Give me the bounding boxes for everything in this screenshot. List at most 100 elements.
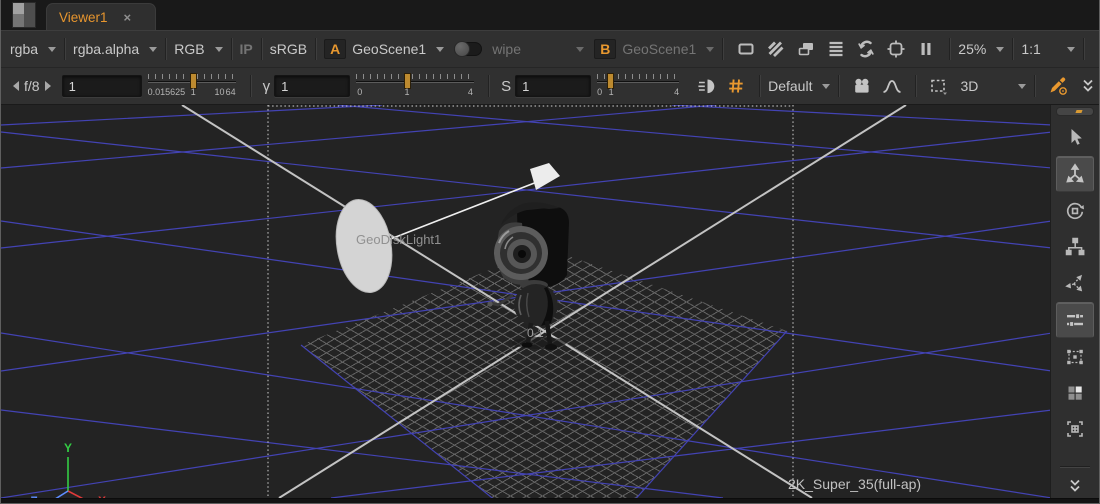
camera-icon[interactable] xyxy=(849,74,875,98)
alpha-dropdown-label: rgba.alpha xyxy=(73,41,139,57)
lut-dropdown-label: Default xyxy=(768,78,812,94)
hierarchy-tool-button[interactable] xyxy=(1057,230,1093,264)
gain-slider[interactable]: 0.015625 1 10 64 xyxy=(148,71,236,101)
viewer-toolbar-top: rgba rgba.alpha RGB IP sRGB A GeoScene1 … xyxy=(1,30,1099,67)
chevron-down-icon xyxy=(149,47,157,52)
marquee-select-icon[interactable] xyxy=(926,74,952,98)
chevron-down-icon xyxy=(822,84,830,89)
view-mode-dropdown[interactable]: 3D xyxy=(960,78,1026,94)
divider xyxy=(315,38,316,60)
saturation-input[interactable] xyxy=(515,75,591,97)
tick-label: 0.015625 xyxy=(148,87,186,97)
wipe-toggle[interactable] xyxy=(454,42,482,56)
tick-label: 0 xyxy=(357,87,362,97)
divider xyxy=(231,38,232,60)
rotate-tool-button[interactable] xyxy=(1057,194,1093,228)
fstop-label[interactable]: f/8 xyxy=(24,78,40,94)
hash-grid-icon[interactable] xyxy=(723,74,749,98)
lut-dropdown[interactable]: Default xyxy=(768,78,830,94)
sidebar-handle[interactable] xyxy=(1056,107,1094,116)
input-b-dropdown[interactable]: B GeoScene1 xyxy=(594,39,714,59)
eyedropper-icon[interactable] xyxy=(1045,74,1071,98)
zoom-dropdown[interactable]: 25% xyxy=(958,41,1004,57)
axis-y-label: Y xyxy=(64,441,72,455)
divider xyxy=(165,38,166,60)
float-window-icon[interactable] xyxy=(793,37,819,61)
pause-icon[interactable] xyxy=(913,37,939,61)
divider xyxy=(64,38,65,60)
gamma-slider[interactable]: 0 1 4 xyxy=(356,71,474,101)
toolbar-collapse-chevron-icon[interactable] xyxy=(1094,37,1100,61)
view-mode-value: 3D xyxy=(960,78,978,94)
axis-z-label: Z xyxy=(30,494,37,498)
curve-bell-icon[interactable] xyxy=(879,74,905,98)
input-process-toggle[interactable]: IP xyxy=(240,41,253,57)
divider xyxy=(759,75,760,97)
nuke-viewer-window: Viewer1 × rgba rgba.alpha RGB IP sRGB A … xyxy=(0,0,1100,504)
input-a-value: GeoScene1 xyxy=(352,41,426,57)
viewer-toolbar-exposure: f/8 0.015625 1 10 64 γ 0 1 4 S xyxy=(1,67,1099,105)
bottom-edge-band xyxy=(1,498,1099,504)
divider xyxy=(488,75,489,97)
close-icon[interactable]: × xyxy=(124,11,132,24)
tab-bar: Viewer1 × xyxy=(1,0,1099,30)
divider xyxy=(1083,38,1084,60)
divider xyxy=(1012,38,1013,60)
swap-refresh-icon[interactable] xyxy=(853,37,879,61)
marquee-multi-button[interactable] xyxy=(1057,340,1093,374)
chevron-down-icon xyxy=(215,47,223,52)
tick-label: 10 xyxy=(214,87,224,97)
pixel-aspect-dropdown[interactable]: 1:1 xyxy=(1021,41,1075,57)
divider xyxy=(722,38,723,60)
slider-ticks xyxy=(356,74,474,79)
input-a-dropdown[interactable]: A GeoScene1 xyxy=(324,39,444,59)
sidebar-divider xyxy=(1060,466,1090,467)
3d-scene: Y X Z xyxy=(1,105,1050,498)
saturation-label: S xyxy=(501,78,511,95)
tick-label: 1 xyxy=(191,87,196,97)
axis-gizmo: Y X Z xyxy=(30,441,106,498)
stack-lines-icon[interactable] xyxy=(823,37,849,61)
viewport-tool-sidebar xyxy=(1050,105,1099,498)
sidebar-collapse-chevron-icon[interactable] xyxy=(1057,476,1093,496)
alpha-dropdown[interactable]: rgba.alpha xyxy=(73,41,157,57)
translate-tool-button[interactable] xyxy=(1056,156,1094,192)
monitor-output-icon[interactable] xyxy=(733,37,759,61)
next-fstop-button[interactable] xyxy=(45,81,51,91)
sliders-panel-button[interactable] xyxy=(1056,302,1094,338)
gamma-input[interactable] xyxy=(274,75,350,97)
wipe-dropdown[interactable]: wipe xyxy=(492,41,584,57)
channels-dropdown-label: RGB xyxy=(174,41,204,57)
spread-arrows-tool-button[interactable] xyxy=(1057,266,1093,300)
viewer-colorspace-button[interactable]: sRGB xyxy=(270,41,307,57)
divider xyxy=(915,75,916,97)
model-shadow xyxy=(512,337,566,349)
tick-label: 64 xyxy=(226,87,236,97)
tick-label: 4 xyxy=(468,87,473,97)
pane-menu-icon[interactable] xyxy=(12,2,36,28)
tick-label: 1 xyxy=(609,87,614,97)
headlight-icon[interactable] xyxy=(693,74,719,98)
tab-viewer1[interactable]: Viewer1 × xyxy=(46,3,156,30)
frame-view-button[interactable] xyxy=(1057,412,1093,446)
chevron-down-icon xyxy=(706,47,714,52)
channels-dropdown[interactable]: RGB xyxy=(174,41,222,57)
toolbar2-collapse-chevron-icon[interactable] xyxy=(1075,74,1100,98)
handle-accent-mark xyxy=(1075,110,1082,113)
cursor-tool-button[interactable] xyxy=(1057,120,1093,154)
input-b-badge: B xyxy=(594,39,616,59)
input-b-value: GeoScene1 xyxy=(622,41,696,57)
gate-crosshair-icon[interactable] xyxy=(883,37,909,61)
prev-fstop-button[interactable] xyxy=(13,81,19,91)
gain-input[interactable] xyxy=(62,75,142,97)
saturation-slider[interactable]: 0 1 4 xyxy=(597,71,679,101)
quad-view-button[interactable] xyxy=(1057,376,1093,410)
roi-stripes-icon[interactable] xyxy=(763,37,789,61)
viewer-main: Y X Z GeoDiskLight1 0.1 2K_Super_35(full… xyxy=(1,105,1099,498)
divider xyxy=(1034,75,1035,97)
3d-viewport[interactable]: Y X Z GeoDiskLight1 0.1 2K_Super_35(full… xyxy=(1,105,1050,498)
layer-dropdown[interactable]: rgba xyxy=(10,41,56,57)
tick-label: 1 xyxy=(404,87,409,97)
input-a-badge: A xyxy=(324,39,346,59)
3d-model-robot[interactable] xyxy=(487,202,569,350)
